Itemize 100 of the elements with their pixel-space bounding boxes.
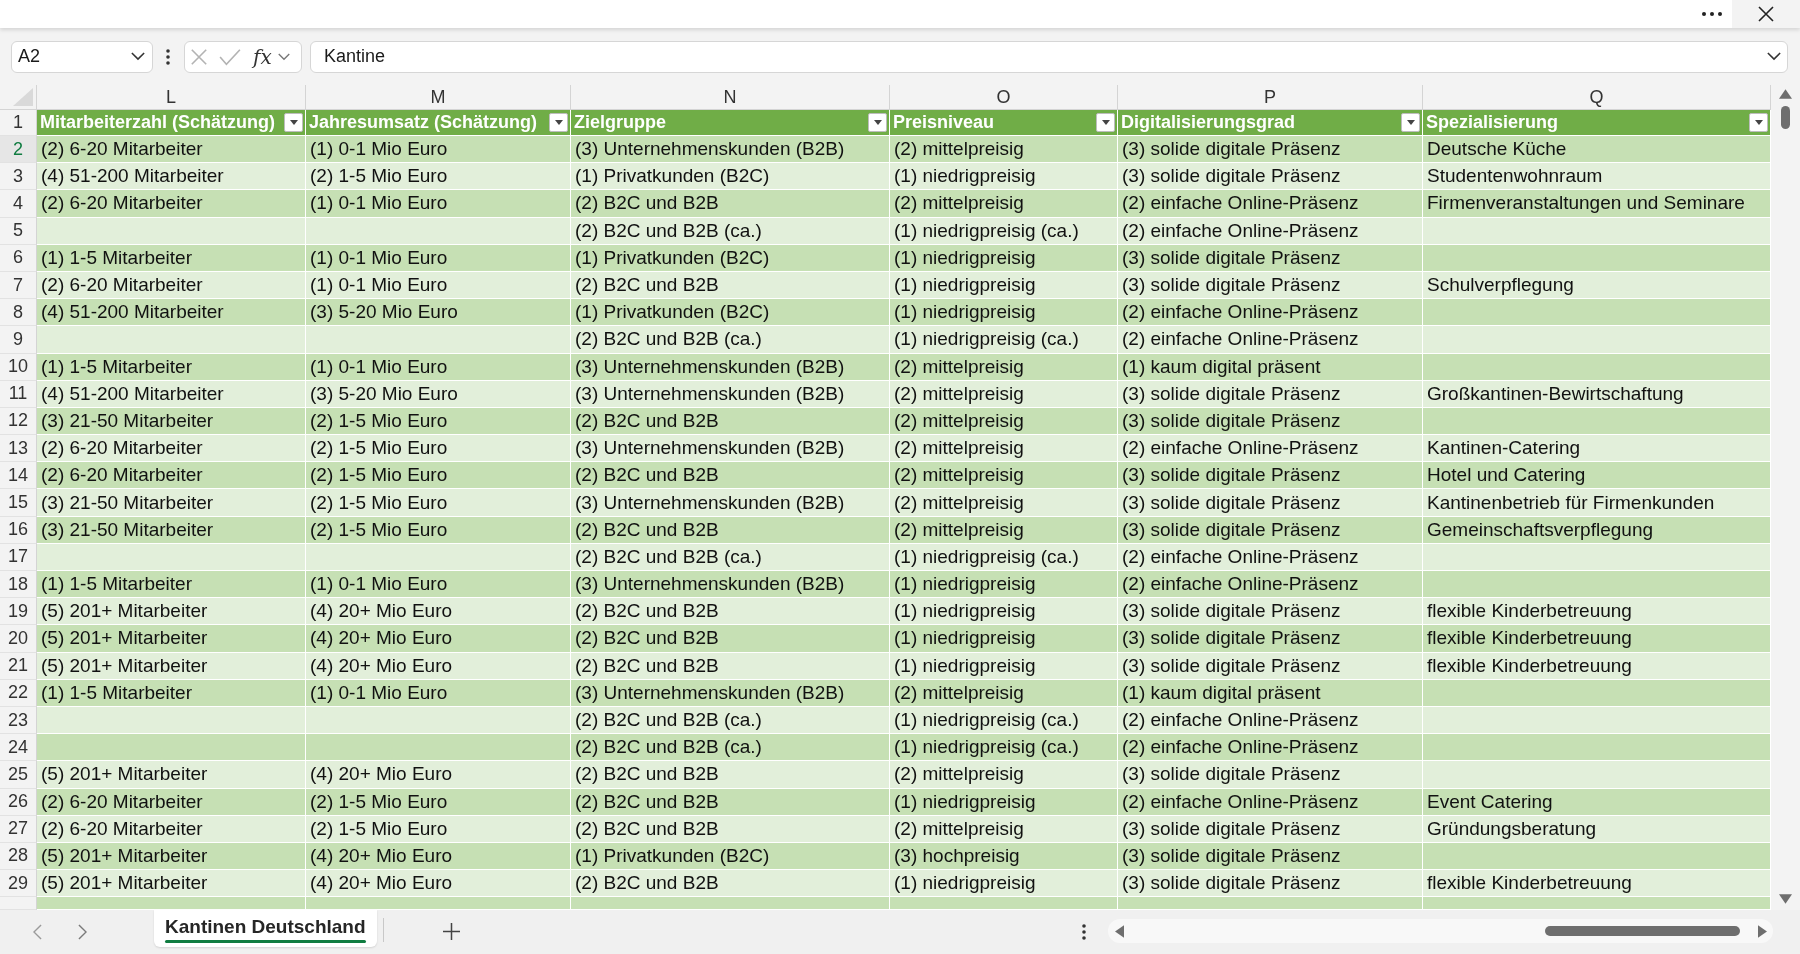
row-header[interactable]: 24 xyxy=(0,734,37,762)
table-cell: (3) solide digitale Präsenz xyxy=(1118,163,1423,191)
row-header[interactable]: 11 xyxy=(0,380,37,408)
row-header[interactable]: 2 xyxy=(0,136,37,164)
row-header[interactable]: 26 xyxy=(0,788,37,816)
table-cell: (1) niedrigpreisig xyxy=(890,244,1118,272)
column-title: Preisniveau xyxy=(893,112,995,133)
row-header[interactable]: 9 xyxy=(0,326,37,354)
table-cell: (2) einfache Online-Präsenz xyxy=(1118,734,1423,762)
row-header[interactable]: 29 xyxy=(0,870,37,898)
row-header[interactable]: 4 xyxy=(0,190,37,218)
row-header[interactable]: 15 xyxy=(0,489,37,517)
row-header[interactable]: 14 xyxy=(0,462,37,490)
row-header[interactable]: 10 xyxy=(0,353,37,381)
table-cell: (3) Unternehmenskunden (B2B) xyxy=(571,435,890,463)
close-button[interactable] xyxy=(1732,0,1800,28)
left-arrow-icon[interactable] xyxy=(1115,924,1124,938)
row-header[interactable]: 27 xyxy=(0,815,37,843)
table-cell: (2) 1-5 Mio Euro xyxy=(306,489,571,517)
row-header[interactable]: 8 xyxy=(0,299,37,327)
table-cell: (1) niedrigpreisig xyxy=(890,571,1118,599)
chevron-left-icon[interactable] xyxy=(33,924,42,940)
table-cell: (2) 6-20 Mitarbeiter xyxy=(37,462,306,490)
column-title: Zielgruppe xyxy=(574,112,666,133)
right-arrow-icon[interactable] xyxy=(1758,924,1767,938)
row-header[interactable]: 5 xyxy=(0,217,37,245)
chevron-right-icon[interactable] xyxy=(78,924,87,940)
table-cell: (3) hochpreisig xyxy=(890,842,1118,871)
row-header[interactable]: 19 xyxy=(0,598,37,626)
table-cell: (1) 0-1 Mio Euro xyxy=(306,271,571,300)
caret-icon xyxy=(1101,120,1110,125)
row-header[interactable]: 22 xyxy=(0,679,37,707)
filter-button[interactable] xyxy=(1749,113,1768,132)
table-cell: (1) 1-5 Mitarbeiter xyxy=(37,571,306,599)
up-arrow-icon[interactable] xyxy=(1779,89,1792,99)
table-cell: (2) mittelpreisig xyxy=(890,190,1118,218)
table-cell: (2) mittelpreisig xyxy=(890,462,1118,490)
formula-input[interactable]: Kantine xyxy=(310,40,1788,73)
table-cell: (5) 201+ Mitarbeiter xyxy=(37,842,306,871)
plus-icon[interactable] xyxy=(442,923,460,940)
column-title: Spezialisierung xyxy=(1426,112,1559,133)
name-box[interactable]: A2 xyxy=(11,40,153,73)
row-header[interactable]: 18 xyxy=(0,571,37,599)
table-cell: (2) B2C und B2B (ca.) xyxy=(571,706,890,735)
table-cell: (1) niedrigpreisig xyxy=(890,788,1118,816)
filter-button[interactable] xyxy=(1096,113,1115,132)
more-icon[interactable] xyxy=(1702,12,1722,16)
table-cell: (1) niedrigpreisig xyxy=(890,625,1118,653)
row-header[interactable]: 20 xyxy=(0,625,37,653)
filter-button[interactable] xyxy=(868,113,887,132)
table-cell: Hotel und Catering xyxy=(1423,462,1771,490)
row-header[interactable]: 25 xyxy=(0,761,37,789)
row-header[interactable]: 17 xyxy=(0,543,37,571)
insert-function-button[interactable]: fx xyxy=(253,46,272,67)
table-cell: (4) 20+ Mio Euro xyxy=(306,598,571,626)
filter-button[interactable] xyxy=(549,113,568,132)
filter-button[interactable] xyxy=(1401,113,1420,132)
table-cell: (5) 201+ Mitarbeiter xyxy=(37,761,306,789)
table-cell: Event Catering xyxy=(1423,788,1771,816)
table-cell: (2) 1-5 Mio Euro xyxy=(306,516,571,544)
down-arrow-icon[interactable] xyxy=(1779,894,1792,904)
table-cell: (1) 0-1 Mio Euro xyxy=(306,679,571,707)
table-cell: (2) B2C und B2B (ca.) xyxy=(571,326,890,354)
row-header[interactable]: 7 xyxy=(0,271,37,300)
row-header[interactable]: 21 xyxy=(0,652,37,680)
vertical-dots-icon[interactable] xyxy=(1082,924,1086,940)
vertical-dots-icon[interactable] xyxy=(166,48,170,65)
filter-button[interactable] xyxy=(284,113,303,132)
table-cell: (2) B2C und B2B xyxy=(571,598,890,626)
table-cell: (1) niedrigpreisig (ca.) xyxy=(890,734,1118,762)
row-header[interactable]: 13 xyxy=(0,435,37,463)
sheet-tab[interactable]: Kantinen Deutschland xyxy=(154,910,377,947)
table-cell: (2) B2C und B2B (ca.) xyxy=(571,734,890,762)
table-cell: (4) 51-200 Mitarbeiter xyxy=(37,163,306,191)
table-cell: Kantinen-Catering xyxy=(1423,435,1771,463)
row-header[interactable]: 28 xyxy=(0,842,37,871)
table-cell: (2) B2C und B2B xyxy=(571,870,890,898)
row-header[interactable]: 6 xyxy=(0,244,37,272)
scrollbar-thumb[interactable] xyxy=(1545,926,1740,936)
row-header[interactable]: 3 xyxy=(0,163,37,191)
table-cell: (2) 6-20 Mitarbeiter xyxy=(37,435,306,463)
table-cell: (3) solide digitale Präsenz xyxy=(1118,489,1423,517)
table-cell: (1) niedrigpreisig xyxy=(890,598,1118,626)
table-cell: flexible Kinderbetreuung xyxy=(1423,598,1771,626)
check-icon[interactable] xyxy=(218,47,242,66)
table-cell: (3) Unternehmenskunden (B2B) xyxy=(571,380,890,408)
chevron-down-icon[interactable] xyxy=(131,52,145,61)
chevron-down-icon[interactable] xyxy=(1767,52,1781,61)
caret-icon xyxy=(1754,120,1763,125)
table-cell: (1) Privatkunden (B2C) xyxy=(571,244,890,272)
row-header[interactable]: 16 xyxy=(0,516,37,544)
table-cell: Deutsche Küche xyxy=(1423,136,1771,164)
table-cell: (2) B2C und B2B xyxy=(571,271,890,300)
row-header[interactable]: 1 xyxy=(0,110,37,136)
table-cell: (1) niedrigpreisig xyxy=(890,870,1118,898)
horizontal-scrollbar[interactable] xyxy=(1108,919,1773,943)
row-header[interactable]: 23 xyxy=(0,706,37,735)
table-cell: (1) niedrigpreisig (ca.) xyxy=(890,706,1118,735)
scrollbar-thumb[interactable] xyxy=(1781,106,1790,129)
row-header[interactable]: 12 xyxy=(0,407,37,436)
